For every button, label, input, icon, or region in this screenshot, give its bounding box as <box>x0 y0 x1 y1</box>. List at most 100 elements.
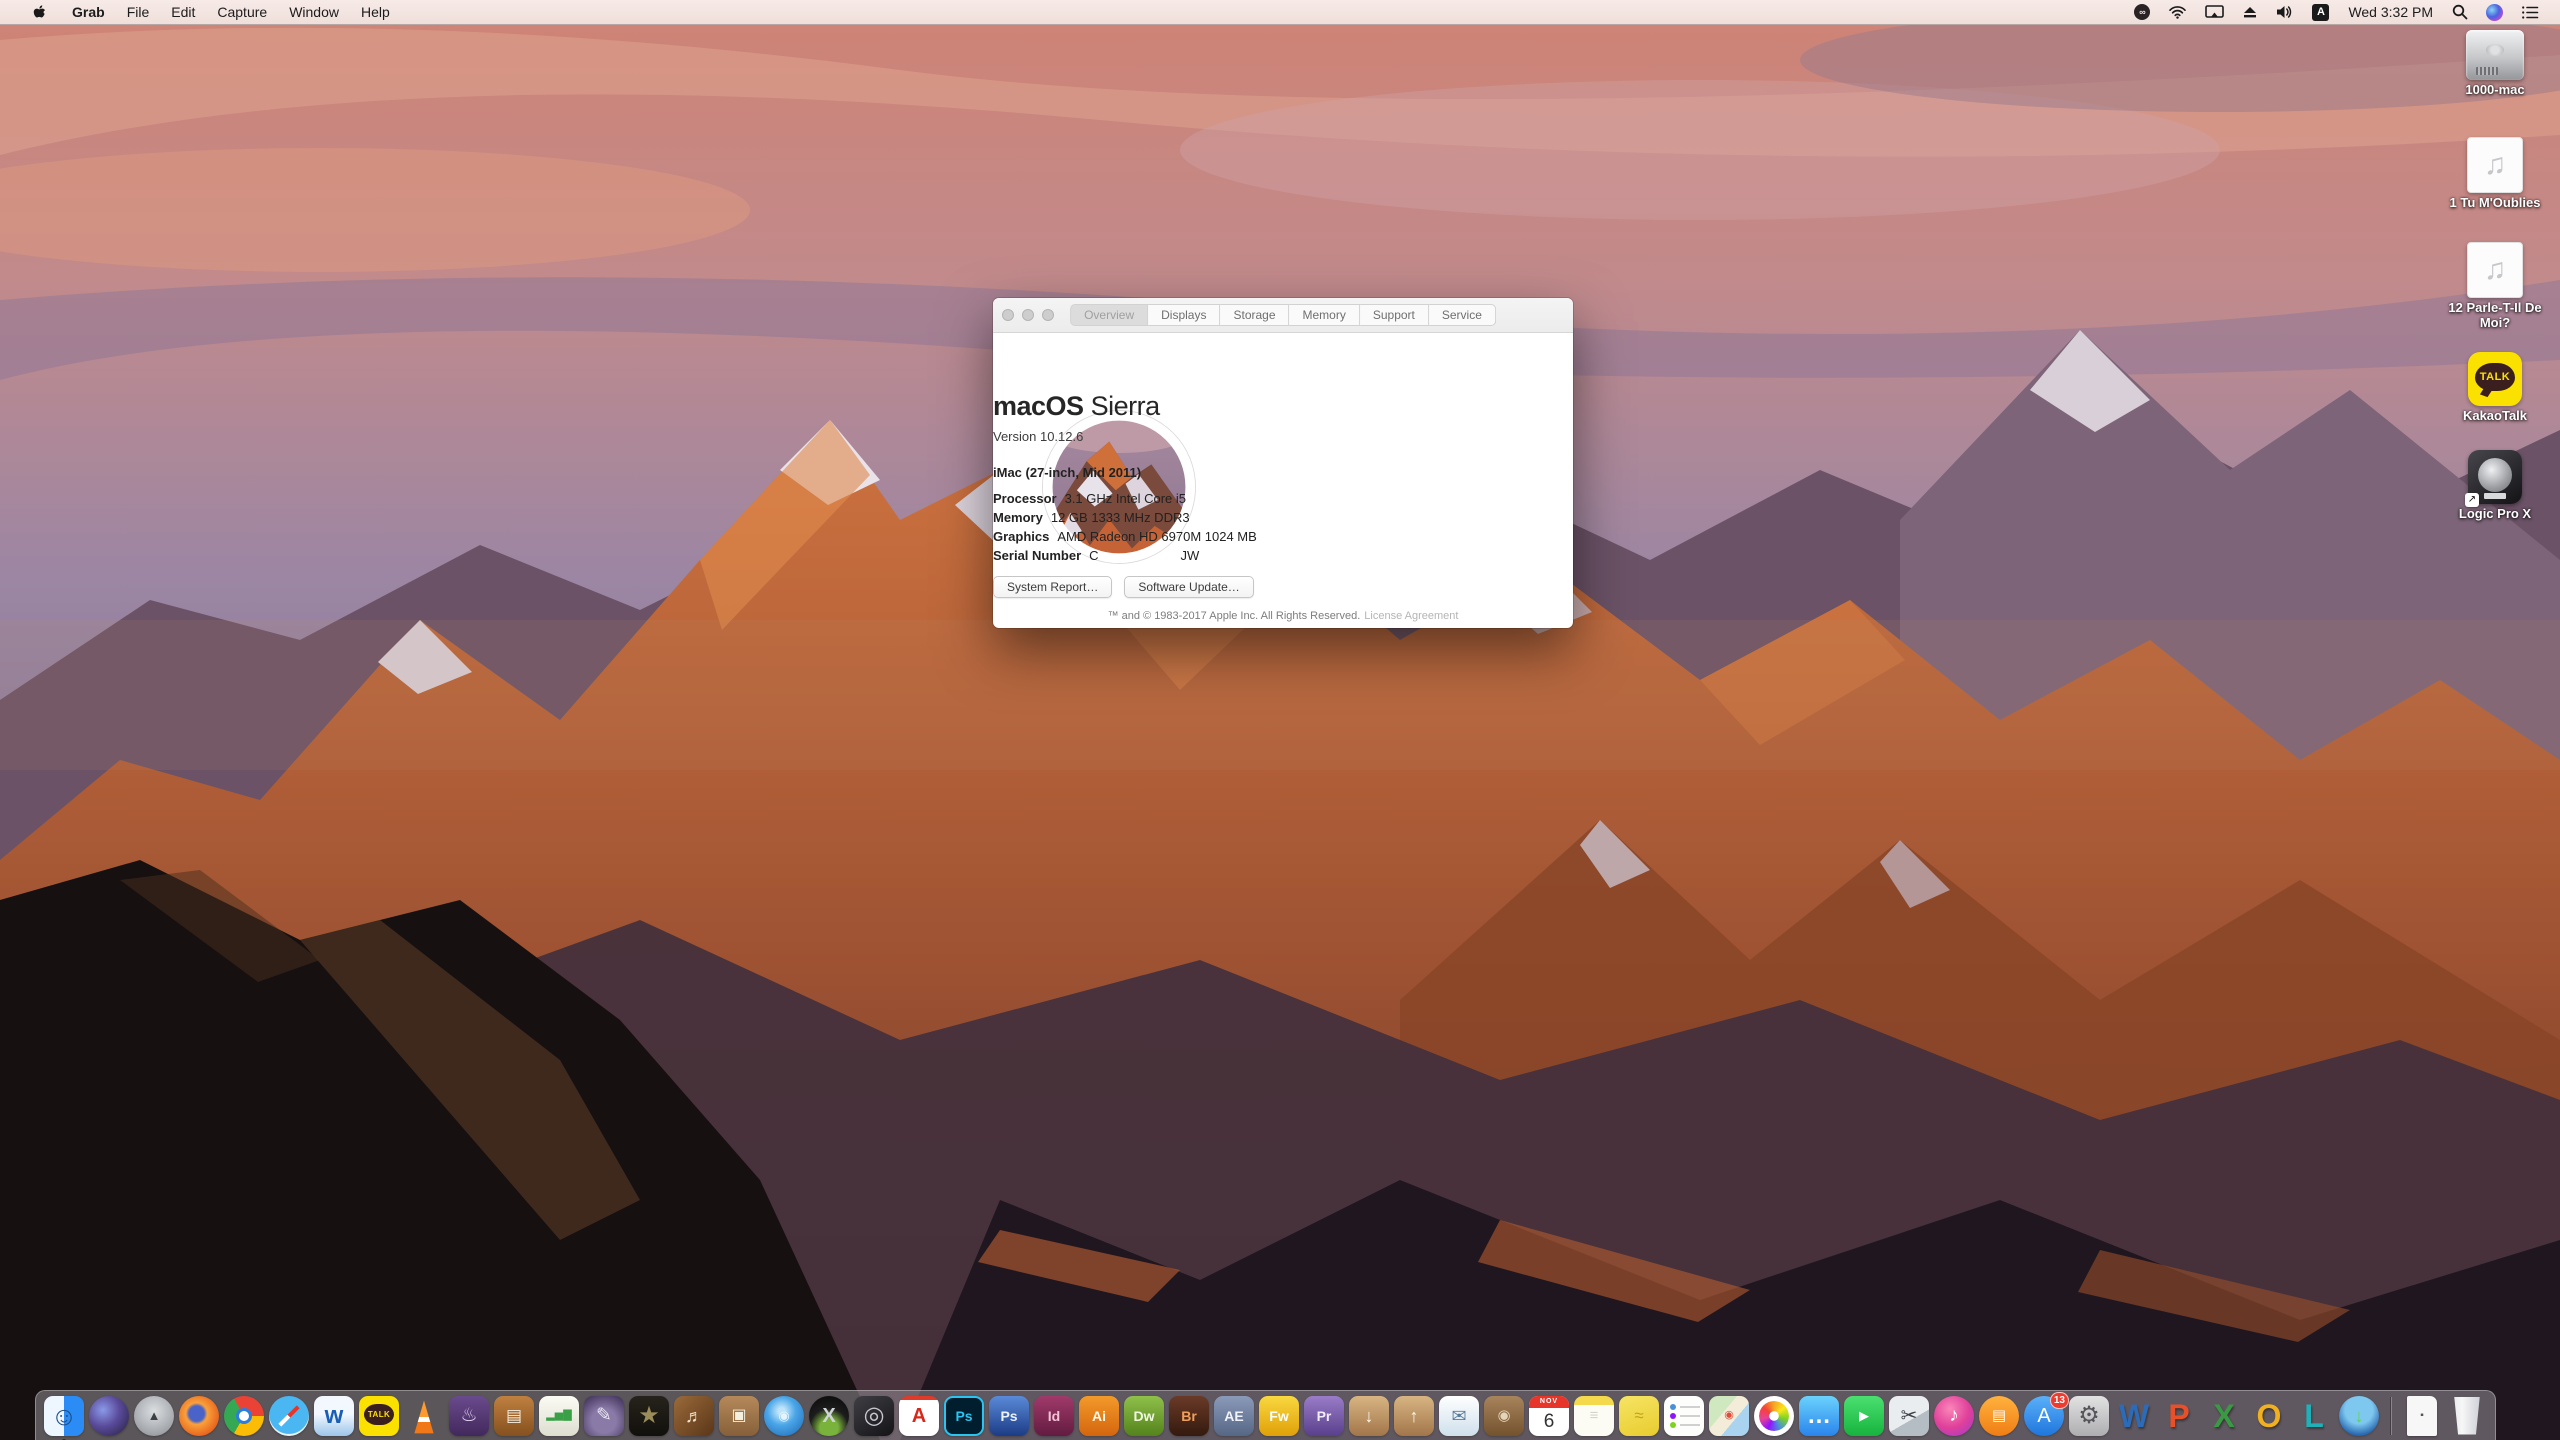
dock-garageband[interactable]: ♬ <box>674 1396 714 1436</box>
menu-file[interactable]: File <box>116 0 161 24</box>
desktop-icon-label: 1000-mac <box>2436 83 2554 98</box>
dock-facetime[interactable]: ▶ <box>1844 1396 1884 1436</box>
speaker-disc <box>2478 458 2512 492</box>
dock-numbers[interactable]: ▂▅▇ <box>539 1396 579 1436</box>
dock-pages[interactable]: ✎ <box>584 1396 624 1436</box>
software-update-button[interactable]: Software Update… <box>1124 576 1253 598</box>
siri-icon[interactable] <box>2477 0 2512 24</box>
keynote-icon: ▤ <box>494 1396 534 1436</box>
dock-finder[interactable]: ☺ <box>44 1396 84 1436</box>
desktop-icon-volume-1000-mac[interactable]: 1000-mac <box>2436 30 2554 98</box>
menu-edit[interactable]: Edit <box>160 0 206 24</box>
dock-word[interactable]: W <box>2114 1396 2154 1436</box>
menu-help[interactable]: Help <box>350 0 401 24</box>
dock-contacts[interactable]: ◉ <box>1484 1396 1524 1436</box>
input-source-icon[interactable]: A <box>2303 0 2338 24</box>
pages-icon: ✎ <box>584 1396 624 1436</box>
illustrator-icon: Ai <box>1079 1396 1119 1436</box>
eject-icon[interactable] <box>2233 0 2267 24</box>
tab-memory[interactable]: Memory <box>1290 304 1360 326</box>
dock-app-store[interactable]: A13 <box>2024 1396 2064 1436</box>
desktop-icon-logic-pro-x-alias[interactable]: ↗Logic Pro X <box>2436 450 2554 522</box>
dock-photoshop-cc[interactable]: Ps <box>944 1396 984 1436</box>
facetime-icon: ▶ <box>1844 1396 1884 1436</box>
dock-fireworks[interactable]: Fw <box>1259 1396 1299 1436</box>
tab-storage[interactable]: Storage <box>1220 304 1289 326</box>
dock-system-preferences[interactable]: ⚙ <box>2069 1396 2109 1436</box>
dock-launchpad[interactable]: ▲ <box>134 1396 174 1436</box>
dock-logic-pro[interactable]: ◎ <box>854 1396 894 1436</box>
dock-lync[interactable]: L <box>2294 1396 2334 1436</box>
dock-keynote[interactable]: ▤ <box>494 1396 534 1436</box>
dock-stickies[interactable]: ≈ <box>1619 1396 1659 1436</box>
tab-overview[interactable]: Overview <box>1070 304 1148 326</box>
dock-illustrator[interactable]: Ai <box>1079 1396 1119 1436</box>
dock-chrome[interactable] <box>224 1396 264 1436</box>
dock-mail[interactable]: ✉ <box>1439 1396 1479 1436</box>
tab-service[interactable]: Service <box>1429 304 1496 326</box>
tab-support[interactable]: Support <box>1360 304 1429 326</box>
dock-vlc[interactable] <box>404 1396 444 1436</box>
dock-w-globe-app[interactable]: w <box>314 1396 354 1436</box>
dock-grab[interactable]: ✂ <box>1889 1396 1929 1436</box>
dock-stuffit-expander[interactable]: ↓ <box>1349 1396 1389 1436</box>
dock-bridge[interactable]: Br <box>1169 1396 1209 1436</box>
menu-window[interactable]: Window <box>278 0 350 24</box>
dock-firefox[interactable] <box>179 1396 219 1436</box>
desktop-icon-audio-file-2[interactable]: ♫12 Parle-T-Il De Moi? <box>2436 242 2554 331</box>
airplay-display-icon[interactable] <box>2196 0 2233 24</box>
license-agreement-link[interactable]: License Agreement <box>1364 610 1458 622</box>
dock-maps[interactable]: ◉ <box>1709 1396 1749 1436</box>
system-report-button[interactable]: System Report… <box>993 576 1112 598</box>
dock-iweb[interactable]: ▣ <box>719 1396 759 1436</box>
photoshop-cs-icon: Ps <box>989 1396 1029 1436</box>
dock-safari[interactable] <box>269 1396 309 1436</box>
dock-indesign[interactable]: Id <box>1034 1396 1074 1436</box>
dock-microsoft-autoupdate[interactable]: ↓ <box>2339 1396 2379 1436</box>
tab-displays[interactable]: Displays <box>1148 304 1220 326</box>
dock-imovie[interactable]: ★ <box>629 1396 669 1436</box>
wallpaper-sierra-mountain <box>0 0 2560 1440</box>
notification-center-icon[interactable] <box>2512 0 2548 24</box>
reminders-icon <box>1664 1396 1704 1436</box>
dock-toast[interactable]: ♨ <box>449 1396 489 1436</box>
dreamweaver-icon: Dw <box>1124 1396 1164 1436</box>
dock-recent-document[interactable]: ▪ <box>2402 1396 2442 1436</box>
dock-powerpoint[interactable]: P <box>2159 1396 2199 1436</box>
menu-grab[interactable]: Grab <box>61 0 116 24</box>
minimize-button[interactable] <box>1022 309 1034 321</box>
desktop-icon-audio-file-1[interactable]: ♫1 Tu M'Oublies <box>2436 137 2554 211</box>
menu-clock[interactable]: Wed 3:32 PM <box>2338 4 2443 20</box>
dock-premiere[interactable]: Pr <box>1304 1396 1344 1436</box>
spotlight-icon[interactable] <box>2443 0 2477 24</box>
close-button[interactable] <box>1002 309 1014 321</box>
dock-after-effects[interactable]: AE <box>1214 1396 1254 1436</box>
dock-osx-x-app[interactable]: X <box>809 1396 849 1436</box>
volume-icon[interactable] <box>2267 0 2303 24</box>
dock-acrobat-reader[interactable]: A <box>899 1396 939 1436</box>
dock-calendar[interactable]: NOV6 <box>1529 1396 1569 1436</box>
creative-cloud-icon[interactable]: ∞ <box>2125 0 2159 24</box>
maps-icon: ◉ <box>1709 1396 1749 1436</box>
dock-dreamweaver[interactable]: Dw <box>1124 1396 1164 1436</box>
dock-messages[interactable]: … <box>1799 1396 1839 1436</box>
dock-excel[interactable]: X <box>2204 1396 2244 1436</box>
dock-reminders[interactable] <box>1664 1396 1704 1436</box>
zoom-button[interactable] <box>1042 309 1054 321</box>
dock-outlook[interactable]: O <box>2249 1396 2289 1436</box>
dock-itunes[interactable]: ♪ <box>1934 1396 1974 1436</box>
dock-stuffit-dropstuff[interactable]: ↑ <box>1394 1396 1434 1436</box>
apple-menu-icon[interactable] <box>18 0 61 24</box>
dock-notes[interactable]: ≡ <box>1574 1396 1614 1436</box>
dock-kakaotalk[interactable]: TALK <box>359 1396 399 1436</box>
desktop-icon-kakaotalk-app[interactable]: TALKKakaoTalk <box>2436 352 2554 424</box>
wifi-icon[interactable] <box>2159 0 2196 24</box>
dock-ibooks[interactable]: ▤ <box>1979 1396 2019 1436</box>
dock-photoshop-cs[interactable]: Ps <box>989 1396 1029 1436</box>
dock-photos[interactable] <box>1754 1396 1794 1436</box>
menu-capture[interactable]: Capture <box>206 0 278 24</box>
dock-idvd[interactable]: ◉ <box>764 1396 804 1436</box>
dock-siri[interactable] <box>89 1396 129 1436</box>
dock-trash[interactable] <box>2447 1396 2487 1436</box>
fireworks-icon: Fw <box>1259 1396 1299 1436</box>
